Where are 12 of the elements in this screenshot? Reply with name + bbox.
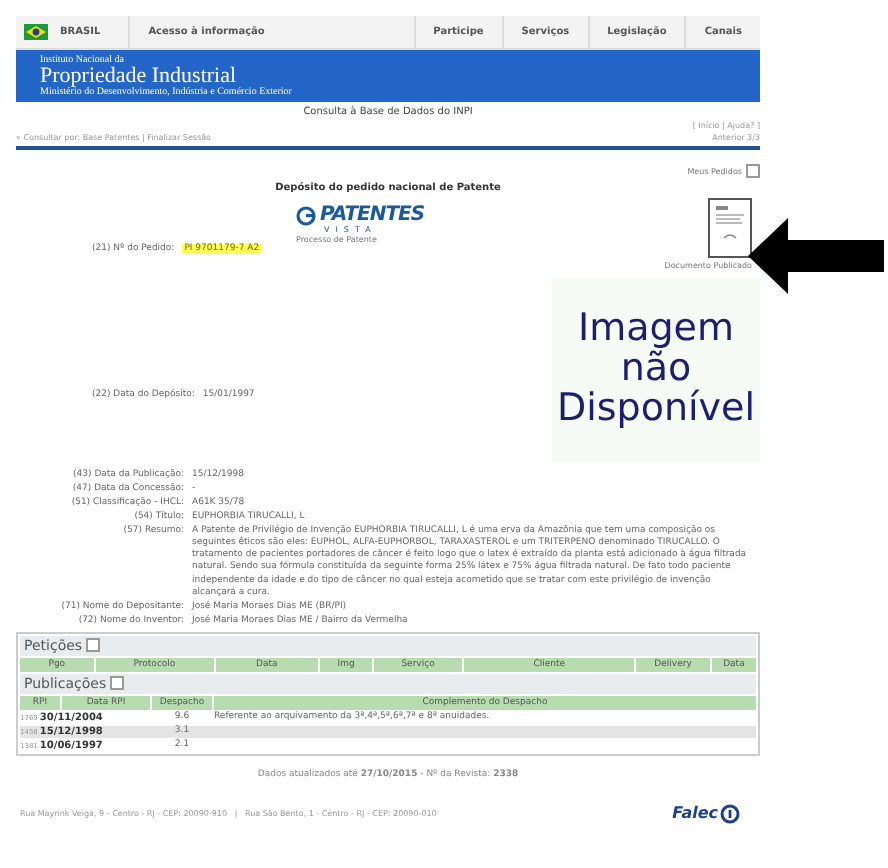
flag-icon — [24, 24, 48, 40]
document-thumbnail[interactable] — [708, 198, 752, 258]
banner-title: Propriedade Industrial — [40, 65, 239, 87]
footer-logo-text: Falec — [672, 804, 718, 823]
logo-icon — [296, 206, 316, 226]
logo-text: PATENTES — [320, 206, 425, 226]
no-image-notice: Imagem não Disponível — [552, 278, 760, 462]
checkbox-icon[interactable] — [746, 164, 760, 178]
expand-icon[interactable] — [86, 638, 101, 653]
arrow-icon — [748, 218, 884, 294]
expand-icon[interactable] — [110, 676, 125, 691]
logo-icon — [720, 803, 740, 824]
